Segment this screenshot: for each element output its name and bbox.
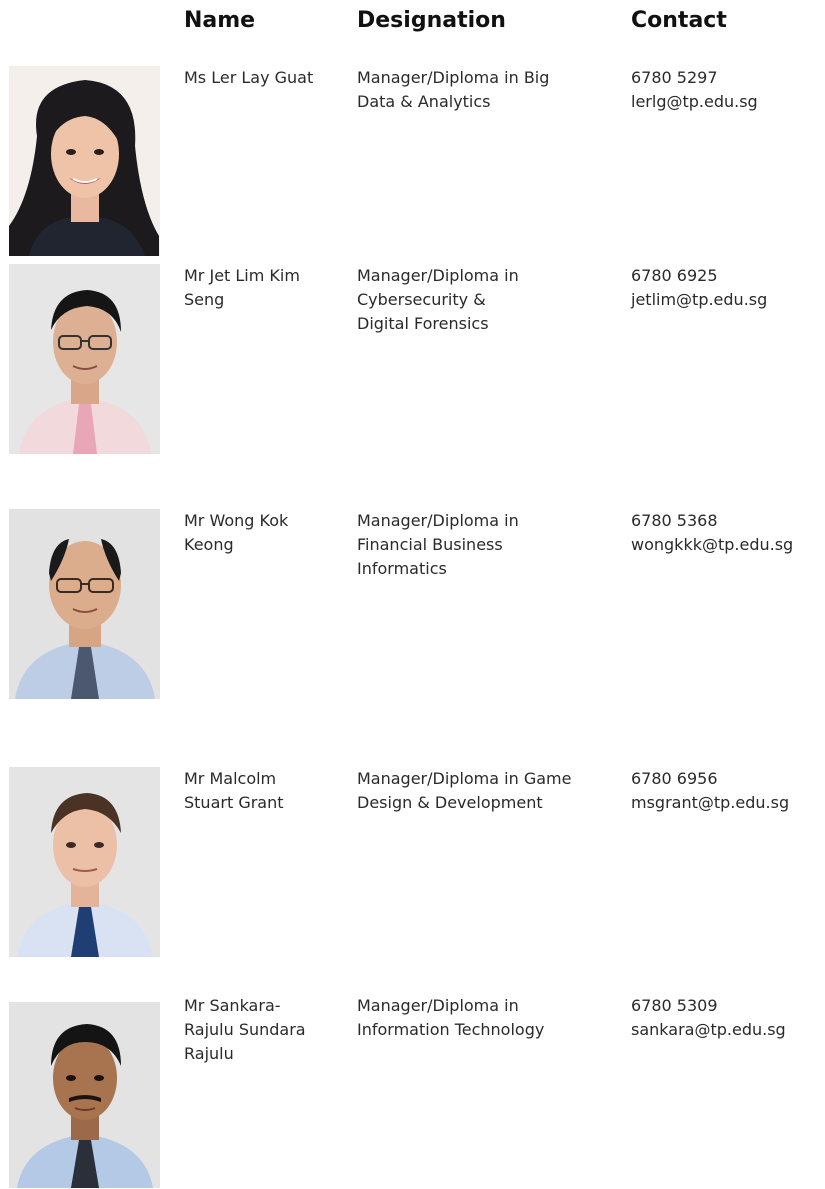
- staff-row-jet-lim-kim-seng: Mr Jet Lim Kim Seng Manager/Diploma in C…: [0, 264, 825, 454]
- staff-photo: [9, 767, 160, 957]
- staff-designation-line: Cybersecurity &: [357, 290, 486, 309]
- staff-name-line: Mr Wong Kok: [184, 511, 289, 530]
- staff-designation: Manager/Diploma in Financial Business In…: [357, 509, 617, 581]
- column-header-name: Name: [184, 8, 256, 33]
- staff-contact: 6780 6925 jetlim@tp.edu.sg: [631, 264, 825, 312]
- staff-designation-line: Data & Analytics: [357, 92, 491, 111]
- staff-name-line: Rajulu Sundara: [184, 1020, 306, 1039]
- staff-designation-line: Manager/Diploma in: [357, 996, 519, 1015]
- staff-designation-line: Manager/Diploma in Big: [357, 68, 550, 87]
- staff-phone: 6780 5368: [631, 511, 718, 530]
- staff-name: Mr Jet Lim Kim Seng: [184, 264, 344, 312]
- staff-name: Mr Sankara- Rajulu Sundara Rajulu: [184, 994, 344, 1066]
- staff-row-ler-lay-guat: Ms Ler Lay Guat Manager/Diploma in Big D…: [0, 66, 825, 256]
- staff-designation-line: Informatics: [357, 559, 447, 578]
- staff-name-line: Rajulu: [184, 1044, 234, 1063]
- staff-name-line: Mr Malcolm: [184, 769, 277, 788]
- staff-email[interactable]: lerlg@tp.edu.sg: [631, 90, 825, 114]
- staff-designation: Manager/Diploma in Information Technolog…: [357, 994, 617, 1042]
- staff-name-line: Mr Sankara-: [184, 996, 281, 1015]
- staff-designation-line: Manager/Diploma in: [357, 511, 519, 530]
- staff-phone: 6780 5309: [631, 996, 718, 1015]
- staff-phone: 6780 5297: [631, 68, 718, 87]
- staff-photo: [9, 509, 160, 699]
- staff-row-wong-kok-keong: Mr Wong Kok Keong Manager/Diploma in Fin…: [0, 509, 825, 699]
- column-header-designation: Designation: [357, 8, 506, 33]
- staff-designation: Manager/Diploma in Big Data & Analytics: [357, 66, 617, 114]
- staff-phone: 6780 6925: [631, 266, 718, 285]
- staff-photo: [9, 66, 160, 256]
- staff-name: Mr Wong Kok Keong: [184, 509, 344, 557]
- staff-email[interactable]: jetlim@tp.edu.sg: [631, 288, 825, 312]
- staff-contact: 6780 6956 msgrant@tp.edu.sg: [631, 767, 825, 815]
- staff-name: Mr Malcolm Stuart Grant: [184, 767, 344, 815]
- staff-designation-line: Information Technology: [357, 1020, 545, 1039]
- staff-name-line: Seng: [184, 290, 225, 309]
- staff-designation-line: Financial Business: [357, 535, 503, 554]
- staff-phone: 6780 6956: [631, 769, 718, 788]
- staff-row-sankara-rajulu: Mr Sankara- Rajulu Sundara Rajulu Manage…: [0, 994, 825, 1188]
- staff-name-line: Stuart Grant: [184, 793, 284, 812]
- staff-contact: 6780 5368 wongkkk@tp.edu.sg: [631, 509, 825, 557]
- staff-contact: 6780 5297 lerlg@tp.edu.sg: [631, 66, 825, 114]
- staff-name-line: Ms Ler Lay Guat: [184, 68, 314, 87]
- staff-designation-line: Manager/Diploma in Game: [357, 769, 572, 788]
- column-header-contact: Contact: [631, 8, 727, 33]
- staff-email[interactable]: msgrant@tp.edu.sg: [631, 791, 825, 815]
- staff-photo: [9, 264, 160, 454]
- staff-designation: Manager/Diploma in Cybersecurity & Digit…: [357, 264, 617, 336]
- staff-designation-line: Manager/Diploma in: [357, 266, 519, 285]
- staff-designation-line: Digital Forensics: [357, 314, 489, 333]
- staff-photo: [9, 1002, 160, 1188]
- staff-email[interactable]: wongkkk@tp.edu.sg: [631, 533, 825, 557]
- staff-name: Ms Ler Lay Guat: [184, 66, 344, 90]
- staff-name-line: Mr Jet Lim Kim: [184, 266, 300, 285]
- staff-name-line: Keong: [184, 535, 234, 554]
- staff-email[interactable]: sankara@tp.edu.sg: [631, 1018, 825, 1042]
- staff-designation: Manager/Diploma in Game Design & Develop…: [357, 767, 617, 815]
- staff-contact: 6780 5309 sankara@tp.edu.sg: [631, 994, 825, 1042]
- staff-designation-line: Design & Development: [357, 793, 543, 812]
- staff-row-malcolm-stuart-grant: Mr Malcolm Stuart Grant Manager/Diploma …: [0, 767, 825, 957]
